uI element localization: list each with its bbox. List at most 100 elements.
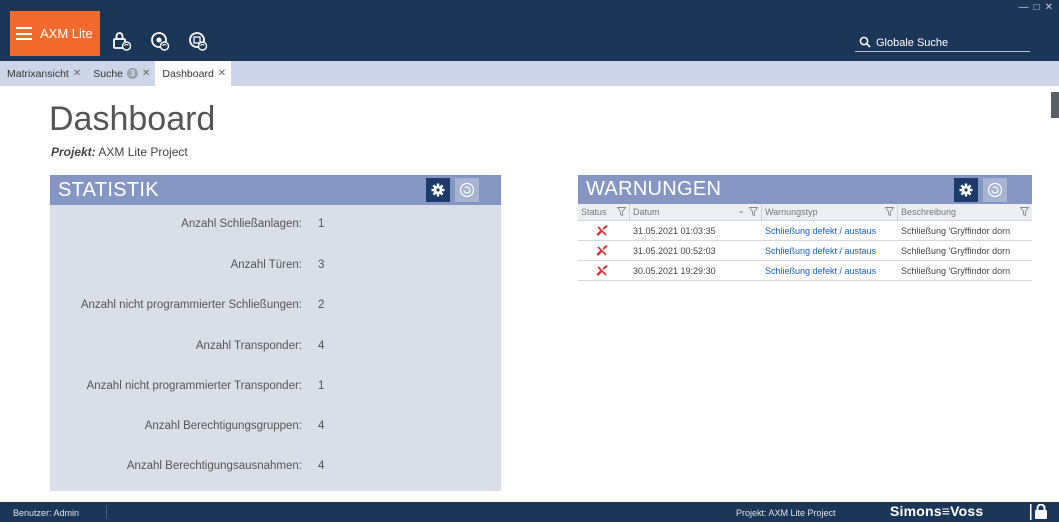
- current-user: Benutzer: Admin: [13, 508, 80, 518]
- column-label: Beschreibung: [901, 207, 957, 217]
- warnungstyp-link[interactable]: Schließung defekt / austaus: [762, 241, 898, 261]
- filter-icon: [749, 207, 758, 216]
- lock-sync-icon[interactable]: [112, 30, 132, 52]
- global-search-input[interactable]: Globale Suche: [855, 34, 1030, 52]
- sort-desc-icon: ⌄: [737, 205, 745, 215]
- statistik-header: STATISTIK: [50, 175, 501, 205]
- stat-value: 1: [318, 380, 325, 392]
- card-sync-icon[interactable]: [188, 30, 208, 52]
- refresh-icon: [459, 182, 475, 198]
- column-status[interactable]: Status: [578, 204, 630, 220]
- side-panel-handle[interactable]: [1051, 92, 1059, 118]
- stat-value: 3: [318, 259, 325, 271]
- window-controls: — □ ✕: [1019, 2, 1053, 13]
- statistik-panel: STATISTIK Anzahl Schließanlagen: 1 Anzah…: [50, 175, 501, 491]
- transponder-sync-icon[interactable]: [150, 30, 170, 52]
- stat-label: Anzahl Berechtigungsgruppen:: [144, 420, 302, 432]
- stat-value: 4: [318, 420, 325, 432]
- beschreibung-cell: Schließung 'Gryffindor dorn: [901, 265, 1011, 276]
- hamburger-icon: [16, 27, 32, 40]
- statistik-refresh-button[interactable]: [455, 178, 479, 202]
- datum-cell: 31.05.2021 00:52:03: [633, 245, 716, 256]
- stat-label: Anzahl Transponder:: [195, 340, 302, 352]
- app-menu-button[interactable]: AXM Lite: [10, 11, 100, 56]
- warnungen-refresh-button[interactable]: [983, 178, 1007, 202]
- column-warnungstyp[interactable]: Warnungstyp: [762, 204, 898, 220]
- status-cell: [578, 241, 630, 261]
- status-cell: [578, 221, 630, 241]
- tab-matrixansicht[interactable]: Matrixansicht ✕: [0, 61, 86, 86]
- broken-lock-warning-icon: [596, 224, 608, 236]
- beschreibung-cell: Schließung 'Gryffindor dorn: [901, 245, 1011, 256]
- beschreibung-cell: Schließung 'Gryffindor dorn: [901, 225, 1011, 236]
- warnungen-settings-button[interactable]: [954, 178, 978, 202]
- gear-icon: [431, 183, 445, 197]
- stat-row: Anzahl nicht programmierter Schließungen…: [50, 299, 501, 319]
- stat-value: 4: [318, 340, 325, 352]
- app-title: AXM Lite: [40, 26, 93, 41]
- stat-label: Anzahl nicht programmierter Schließungen…: [80, 299, 302, 311]
- stat-value: 2: [318, 299, 325, 311]
- tab-bar: Matrixansicht ✕ Suche 3 ✕ Dashboard ✕: [0, 61, 1059, 86]
- stat-row: Anzahl Berechtigungsgruppen: 4: [50, 420, 501, 440]
- search-placeholder: Globale Suche: [876, 36, 949, 49]
- tab-close-icon[interactable]: ✕: [218, 68, 226, 79]
- stat-label: Anzahl nicht programmierter Transponder:: [86, 380, 302, 392]
- stat-value: 4: [318, 460, 325, 472]
- stat-value: 1: [318, 218, 325, 230]
- tab-label: Suche: [93, 67, 124, 80]
- column-beschreibung[interactable]: Beschreibung: [898, 204, 1032, 220]
- close-icon[interactable]: ✕: [1045, 2, 1053, 13]
- title-bar: AXM Lite Globale Suche — □ ✕: [0, 0, 1059, 61]
- filter-icon: [1020, 207, 1029, 216]
- refresh-icon: [987, 182, 1003, 198]
- tab-count-badge: 3: [127, 68, 139, 79]
- maximize-icon[interactable]: □: [1034, 2, 1040, 13]
- search-icon: [859, 36, 872, 49]
- column-label: Warnungstyp: [765, 207, 818, 217]
- project-name: AXM Lite Project: [98, 145, 188, 159]
- footer-project: Projekt: AXM Lite Project: [736, 508, 836, 518]
- warnungen-panel: WARNUNGEN Status Datum ⌄ Warnungstyp Bes…: [578, 175, 1032, 302]
- gear-icon: [959, 183, 973, 197]
- filter-icon: [885, 207, 894, 216]
- stat-row: Anzahl Türen: 3: [50, 259, 501, 279]
- project-label: Projekt:: [51, 145, 96, 159]
- datum-cell: 30.05.2021 19:29:30: [633, 265, 716, 276]
- stat-label: Anzahl Schließanlagen:: [181, 218, 302, 230]
- table-row[interactable]: 30.05.2021 19:29:30 Schließung defekt / …: [578, 261, 1032, 281]
- table-row[interactable]: 31.05.2021 00:52:03 Schließung defekt / …: [578, 241, 1032, 261]
- divider: [106, 505, 107, 519]
- table-row[interactable]: 31.05.2021 01:03:35 Schließung defekt / …: [578, 221, 1032, 241]
- datum-cell: 31.05.2021 01:03:35: [633, 225, 716, 236]
- warnungstyp-link[interactable]: Schließung defekt / austaus: [762, 261, 898, 281]
- warnungen-title: WARNUNGEN: [586, 178, 722, 200]
- column-label: Status: [581, 207, 607, 217]
- warnungen-header: WARNUNGEN: [578, 175, 1032, 204]
- stat-label: Anzahl Türen:: [230, 259, 302, 271]
- broken-lock-warning-icon: [596, 264, 608, 276]
- stat-label: Anzahl Berechtigungsausnahmen:: [126, 460, 302, 472]
- tab-label: Matrixansicht: [7, 67, 69, 80]
- minimize-icon[interactable]: —: [1019, 2, 1029, 13]
- column-datum[interactable]: Datum ⌄: [630, 204, 762, 220]
- status-cell: [578, 261, 630, 281]
- column-label: Datum: [633, 207, 660, 217]
- toolbar: [112, 30, 208, 52]
- stat-row: Anzahl Transponder: 4: [50, 340, 501, 360]
- simonsvoss-logo: Simons≡Voss: [890, 503, 984, 519]
- broken-lock-warning-icon: [596, 244, 608, 256]
- status-bar: Benutzer: Admin Projekt: AXM Lite Projec…: [0, 502, 1059, 522]
- tab-suche[interactable]: Suche 3 ✕: [86, 61, 155, 86]
- tab-dashboard[interactable]: Dashboard ✕: [155, 61, 232, 86]
- statistik-settings-button[interactable]: [426, 178, 450, 202]
- tab-close-icon[interactable]: ✕: [73, 68, 81, 79]
- warnungstyp-link[interactable]: Schließung defekt / austaus: [762, 221, 898, 241]
- tab-label: Dashboard: [162, 67, 214, 80]
- project-info: Projekt: AXM Lite Project: [51, 145, 188, 159]
- warnungen-column-headers: Status Datum ⌄ Warnungstyp Beschreibung: [578, 204, 1032, 221]
- page-title: Dashboard: [49, 100, 216, 138]
- statistik-title: STATISTIK: [58, 178, 159, 201]
- stat-row: Anzahl Berechtigungsausnahmen: 4: [50, 460, 501, 480]
- tab-close-icon[interactable]: ✕: [142, 68, 150, 79]
